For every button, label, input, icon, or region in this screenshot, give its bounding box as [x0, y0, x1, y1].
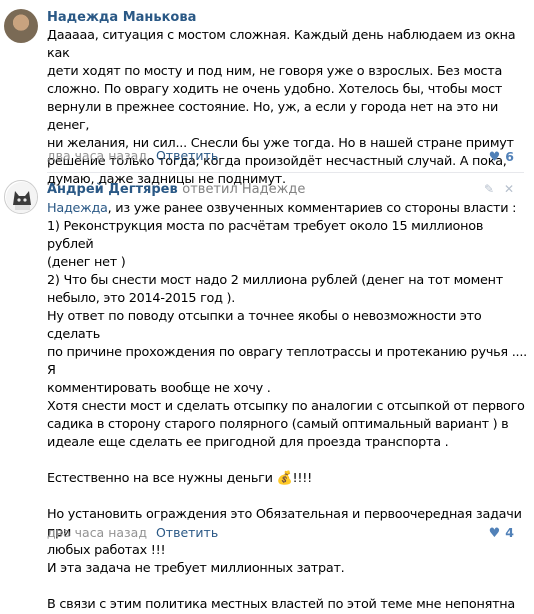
avatar[interactable] [4, 9, 38, 43]
comment-footer: два часа назад Ответить [47, 148, 218, 163]
cat-avatar-icon [6, 182, 37, 213]
comment: Надежда Манькова Дааааа, ситуация с мост… [0, 0, 534, 187]
reply-button[interactable]: Ответить [156, 148, 218, 163]
comment-text: Дааааа, ситуация с мостом сложная. Кажды… [47, 28, 516, 187]
comment-author[interactable]: Надежда Манькова [47, 10, 196, 25]
money-bag-icon: 💰 [276, 471, 293, 486]
like-button[interactable]: ♥ 6 [489, 149, 514, 165]
comment: Андрей Дегтярев ответил Надежде ✎ ✕ Наде… [0, 173, 534, 612]
comment-author[interactable]: Андрей Дегтярев [47, 182, 178, 197]
heart-icon: ♥ [488, 526, 501, 541]
heart-icon: ♥ [488, 150, 501, 165]
comment-text: Надежда, из уже ранее озвученных коммент… [47, 200, 527, 614]
comment-text-part: !!!! Но установить ограждения это Обязат… [47, 471, 522, 612]
close-icon[interactable]: ✕ [504, 182, 514, 196]
comment-text-part: , из уже ранее озвученных комментариев с… [47, 201, 527, 486]
avatar[interactable] [4, 180, 38, 214]
comment-time[interactable]: два часа назад [47, 525, 147, 540]
pencil-icon[interactable]: ✎ [484, 182, 494, 196]
like-button[interactable]: ♥ 4 [489, 525, 514, 541]
mention-link[interactable]: Надежда [47, 201, 108, 216]
like-count: 4 [505, 525, 514, 540]
comment-author-line: Андрей Дегтярев ответил Надежде [47, 182, 305, 197]
replied-to[interactable]: ответил Надежде [182, 182, 305, 197]
reply-button[interactable]: Ответить [156, 525, 218, 540]
like-count: 6 [505, 149, 514, 164]
comment-time[interactable]: два часа назад [47, 148, 147, 163]
comment-footer: два часа назад Ответить [47, 525, 218, 540]
